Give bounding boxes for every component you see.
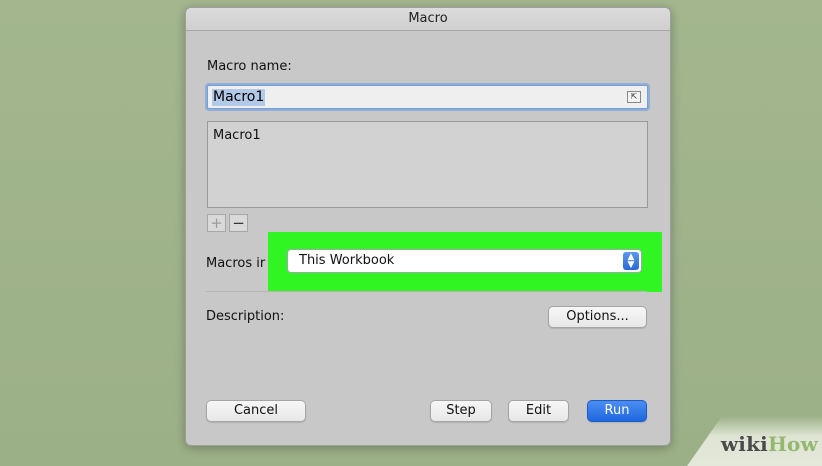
macro-name-label: Macro name:	[207, 59, 292, 74]
macros-in-value: This Workbook	[299, 253, 395, 268]
step-button[interactable]: Step	[430, 400, 492, 422]
wikihow-logo: wikiHow	[721, 432, 818, 456]
macros-in-label: Macros ir	[206, 256, 266, 271]
macro-name-value: Macro1	[212, 89, 266, 106]
macros-in-select[interactable]: This Workbook ▲ ▼	[287, 249, 642, 273]
macro-list-item[interactable]: Macro1	[213, 128, 261, 143]
edit-button[interactable]: Edit	[508, 400, 569, 422]
description-label: Description:	[206, 309, 285, 324]
plus-icon[interactable]: +	[207, 214, 226, 232]
cancel-button[interactable]: Cancel	[206, 400, 306, 422]
wikihow-logo-how: How	[767, 432, 818, 456]
chevron-updown-icon[interactable]: ▲ ▼	[623, 252, 639, 270]
wikihow-logo-wiki: wiki	[720, 432, 768, 456]
run-button[interactable]: Run	[587, 400, 647, 422]
dialog-title: Macro	[186, 8, 670, 31]
minus-icon[interactable]: −	[229, 214, 248, 232]
macro-list[interactable]: Macro1	[207, 121, 648, 208]
add-remove-controls: + −	[207, 214, 249, 234]
macro-dialog: Macro Macro name: Macro1 ⇱ Macro1 + −	[185, 7, 671, 446]
macro-name-input[interactable]: Macro1 ⇱	[207, 85, 648, 109]
divider	[206, 291, 647, 292]
collapse-dialog-icon[interactable]: ⇱	[627, 91, 641, 103]
options-button[interactable]: Options...	[548, 306, 647, 328]
